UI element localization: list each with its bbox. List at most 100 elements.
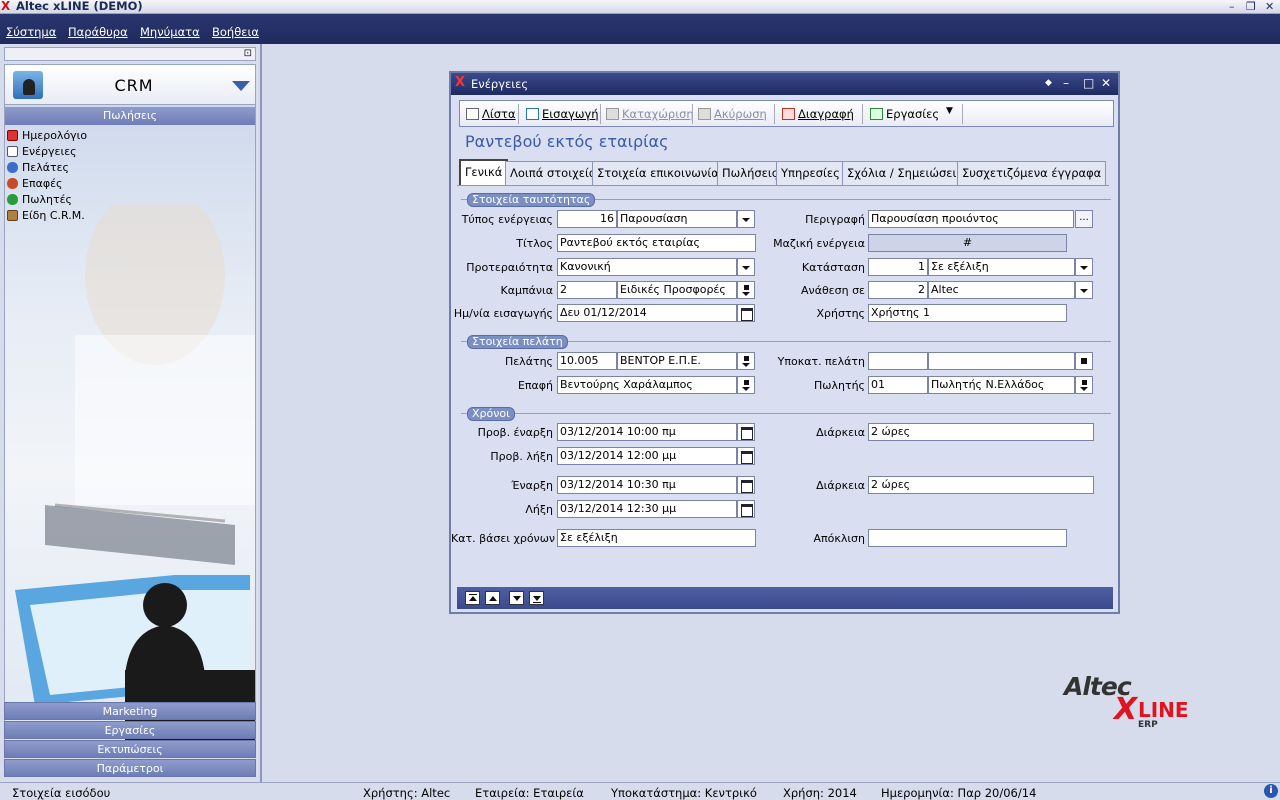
- restore-icon[interactable]: ❐: [1246, 1, 1256, 13]
- duration-field[interactable]: 2 ώρες: [868, 476, 1094, 494]
- next-record-icon[interactable]: [509, 591, 524, 605]
- end-field[interactable]: 03/12/2014 12:30 μμ: [557, 500, 737, 518]
- contact-field[interactable]: Βεντούρης Χαράλαμπος: [557, 376, 737, 394]
- tab-services[interactable]: Υπηρεσίες: [776, 161, 845, 185]
- toolbar-separator: [774, 104, 775, 124]
- tasks-dropdown-icon[interactable]: ▼: [946, 106, 953, 116]
- campaign-label: Καμπάνια: [500, 284, 553, 297]
- sidebar-section-sales[interactable]: Πωλήσεις: [5, 107, 255, 125]
- sidebar-item-contacts[interactable]: Επαφές: [7, 175, 87, 191]
- customer-label: Πελάτης: [504, 355, 553, 368]
- info-icon[interactable]: i: [1264, 784, 1278, 798]
- previous-record-icon[interactable]: [485, 591, 500, 605]
- tab-communication[interactable]: Στοιχεία επικοινωνίας: [592, 161, 731, 185]
- salesman-list-icon[interactable]: [1075, 376, 1093, 394]
- tab-sales[interactable]: Πωλήσεις: [717, 161, 784, 185]
- status-company: Εταιρεία: Εταιρεία: [475, 786, 584, 800]
- assign-code-field[interactable]: 2: [868, 281, 928, 299]
- list-button[interactable]: Λίστα: [466, 107, 516, 121]
- type-name-field[interactable]: Παρουσίαση: [617, 210, 737, 228]
- description-more-icon[interactable]: ...: [1075, 210, 1093, 228]
- window-title-bar[interactable]: X Ενέργειες ◆ – □ ✕: [451, 73, 1118, 95]
- altec-xline-logo: Altec X LINE ERP: [1062, 672, 1202, 734]
- assign-label: Ανάθεση σε: [801, 284, 865, 297]
- planned-start-field[interactable]: 03/12/2014 10:00 πμ: [557, 423, 737, 441]
- chevron-down-icon[interactable]: [232, 81, 250, 91]
- sidebar-item-customers[interactable]: Πελάτες: [7, 159, 87, 175]
- last-record-icon[interactable]: [529, 591, 544, 605]
- tab-divider: [457, 185, 1109, 186]
- sidebar-section-tasks[interactable]: Εργασίες: [4, 721, 256, 739]
- planned-start-label: Προβ. έναρξη: [477, 426, 553, 439]
- app-title: Altec xLINE (DEMO): [16, 0, 143, 13]
- customer-branch-select-icon[interactable]: [1075, 352, 1093, 370]
- window-minimize-icon[interactable]: –: [1063, 76, 1069, 90]
- entry-date-field[interactable]: Δευ 01/12/2014: [557, 304, 737, 322]
- salesman-code-field[interactable]: 01: [868, 376, 928, 394]
- status-bar: Στοιχεία εισόδου Χρήστης: Altec Εταιρεία…: [0, 782, 1280, 800]
- insert-icon: [526, 108, 539, 120]
- logo-erp: ERP: [1138, 720, 1158, 730]
- time-state-field[interactable]: Σε εξέλιξη: [557, 529, 756, 547]
- customer-branch-code-field[interactable]: [868, 352, 928, 370]
- save-button[interactable]: Καταχώριση: [606, 107, 694, 121]
- window-title: Ενέργειες: [471, 77, 529, 91]
- campaign-name-field[interactable]: Ειδικές Προσφορές: [617, 281, 737, 299]
- insert-button[interactable]: Εισαγωγή: [526, 107, 599, 121]
- tasks-button[interactable]: Εργασίες: [870, 107, 939, 121]
- priority-field[interactable]: Κανονική: [557, 258, 737, 276]
- tab-related-documents[interactable]: Συσχετιζόμενα έγγραφα: [957, 161, 1107, 185]
- close-icon[interactable]: ✕: [1265, 1, 1274, 13]
- menu-help[interactable]: Βοήθεια: [212, 25, 259, 39]
- sidebar-item-actions[interactable]: Ενέργειες: [7, 143, 87, 159]
- deviation-field[interactable]: [868, 529, 1067, 547]
- salesman-name-field[interactable]: Πωλητής Ν.Ελλάδος: [928, 376, 1075, 394]
- customer-branch-name-field[interactable]: [928, 352, 1075, 370]
- delete-button[interactable]: Διαγραφή: [782, 107, 854, 121]
- cancel-button[interactable]: Ακύρωση: [698, 107, 767, 121]
- menu-system[interactable]: Σύστημα: [6, 25, 56, 39]
- module-selector[interactable]: CRM: [5, 65, 255, 105]
- mass-action-button[interactable]: #: [868, 234, 1067, 252]
- campaign-code-field[interactable]: 2: [557, 281, 617, 299]
- calendar-icon[interactable]: [737, 500, 755, 518]
- status-dropdown-icon[interactable]: [1075, 258, 1093, 276]
- planned-duration-field[interactable]: 2 ώρες: [868, 423, 1094, 441]
- status-name-field[interactable]: Σε εξέλιξη: [928, 258, 1075, 276]
- customer-name-field[interactable]: ΒΕΝΤΟΡ Ε.Π.Ε.: [617, 352, 737, 370]
- type-code-field[interactable]: 16: [557, 210, 617, 228]
- assign-name-field[interactable]: Altec: [928, 281, 1075, 299]
- planned-end-field[interactable]: 03/12/2014 12:00 μμ: [557, 447, 737, 465]
- tab-general[interactable]: Γενικά: [459, 159, 509, 185]
- pin-icon[interactable]: ⊡: [244, 48, 252, 60]
- tab-comments[interactable]: Σχόλια / Σημειώσεις: [842, 161, 969, 185]
- description-field[interactable]: Παρουσίαση προιόντος: [868, 210, 1074, 228]
- status-user: Χρήστης: Altec: [363, 786, 451, 800]
- menu-windows[interactable]: Παράθυρα: [68, 25, 128, 39]
- sidebar-panel: CRM Πωλήσεις Ημερολόγιο Ενέργειες Πελάτε…: [4, 64, 256, 744]
- sidebar-item-calendar[interactable]: Ημερολόγιο: [7, 127, 87, 143]
- sidebar-section-parameters[interactable]: Παράμετροι: [4, 759, 256, 777]
- app-logo-icon: X: [1, 0, 11, 13]
- window-close-icon[interactable]: ✕: [1101, 76, 1111, 90]
- priority-label: Προτεραιότητα: [466, 261, 553, 274]
- window-maximize-icon[interactable]: □: [1083, 76, 1094, 90]
- pin-window-icon[interactable]: ◆: [1045, 76, 1052, 90]
- assign-dropdown-icon[interactable]: [1075, 281, 1093, 299]
- sidebar-section-marketing[interactable]: Marketing: [4, 702, 256, 720]
- minimize-icon[interactable]: –: [1229, 1, 1235, 13]
- user-field[interactable]: Χρήστης 1: [868, 304, 1067, 322]
- start-field[interactable]: 03/12/2014 10:30 πμ: [557, 476, 737, 494]
- menu-messages[interactable]: Μηνύματα: [140, 25, 200, 39]
- first-record-icon[interactable]: [465, 591, 480, 605]
- module-title: CRM: [114, 76, 154, 95]
- title-field[interactable]: Ραντεβού εκτός εταιρίας: [557, 234, 756, 252]
- calendar-icon[interactable]: [737, 447, 755, 465]
- sidebar-section-prints[interactable]: Εκτυπώσεις: [4, 740, 256, 758]
- actions-window: X Ενέργειες ◆ – □ ✕ Λίστα Εισαγωγή Καταχ…: [449, 71, 1120, 614]
- customer-code-field[interactable]: 10.005: [557, 352, 617, 370]
- tab-other-details[interactable]: Λοιπά στοιχεία: [505, 161, 602, 185]
- mass-action-label: Μαζική ενέργεια: [773, 237, 865, 250]
- status-code-field[interactable]: 1: [868, 258, 928, 276]
- logo-x: X: [1114, 692, 1138, 727]
